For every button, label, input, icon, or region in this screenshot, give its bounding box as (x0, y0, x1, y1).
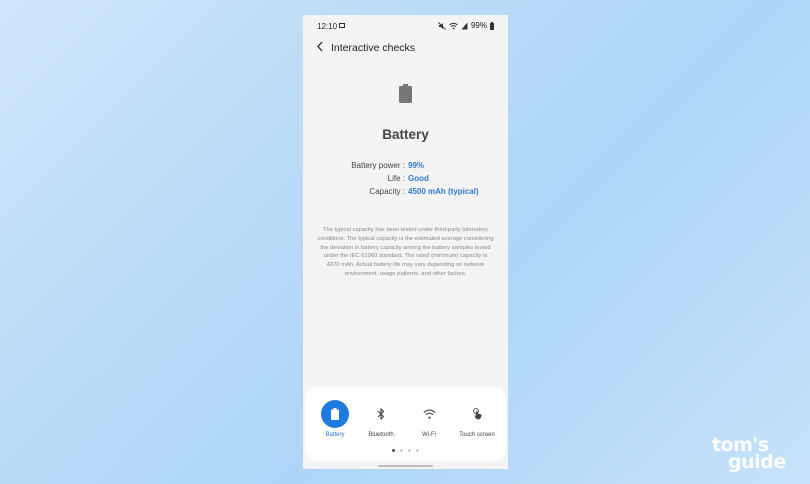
pagination-dot[interactable] (408, 449, 411, 452)
signal-icon (461, 22, 468, 29)
back-arrow-icon (317, 41, 323, 52)
tab-battery-circle[interactable] (321, 400, 349, 428)
logo-line-2: guide (728, 451, 786, 473)
tab-touch-screen[interactable]: Touch screen (457, 400, 497, 438)
tab-wifi-circle[interactable] (415, 400, 443, 428)
tab-label: Touch screen (459, 432, 495, 438)
touch-icon (472, 408, 482, 420)
pagination-dot[interactable] (392, 449, 395, 452)
info-label: Battery power : (351, 161, 405, 170)
check-tabs-card: Battery Bluetooth Wi-Fi Touch screen (305, 387, 506, 461)
tab-touch-circle[interactable] (463, 400, 491, 428)
bluetooth-icon (377, 408, 385, 420)
wifi-icon (449, 22, 458, 29)
pagination-dot[interactable] (400, 449, 403, 452)
pagination-dots (305, 449, 506, 452)
battery-icon (331, 408, 339, 420)
mute-icon (438, 21, 446, 30)
image-icon (339, 23, 345, 28)
battery-heading: Battery (382, 127, 429, 142)
info-label: Capacity : (369, 187, 405, 196)
tab-bluetooth[interactable]: Bluetooth (361, 400, 401, 438)
capacity-disclaimer: The typical capacity has been tested und… (317, 227, 494, 277)
info-value: 4500 mAh (typical) (408, 187, 479, 196)
tab-label: Wi-Fi (422, 432, 436, 438)
battery-percent: 99% (470, 21, 487, 30)
page-title: Interactive checks (331, 42, 416, 54)
back-button[interactable] (313, 40, 327, 56)
info-value: 99% (408, 161, 425, 170)
tab-wifi[interactable]: Wi-Fi (409, 400, 449, 438)
home-indicator[interactable] (378, 465, 433, 467)
header: Interactive checks (303, 37, 508, 61)
toms-guide-logo: tom's guide (712, 436, 786, 473)
tab-label: Battery (325, 432, 345, 438)
status-bar: 12:10 99% (303, 15, 508, 37)
tab-label: Bluetooth (368, 432, 394, 438)
wifi-icon (422, 409, 436, 419)
tab-battery[interactable]: Battery (315, 400, 355, 438)
info-value: Good (408, 174, 429, 183)
pagination-dot[interactable] (416, 449, 419, 452)
status-time: 12:10 (317, 22, 338, 31)
battery-large-icon (399, 84, 412, 108)
battery-icon (490, 21, 494, 30)
tab-bluetooth-circle[interactable] (367, 400, 395, 428)
status-icons: 99% (438, 21, 494, 30)
info-label: Life : (387, 174, 405, 183)
phone-screen: 12:10 99% Interactive checks Battery Bat… (303, 15, 508, 469)
